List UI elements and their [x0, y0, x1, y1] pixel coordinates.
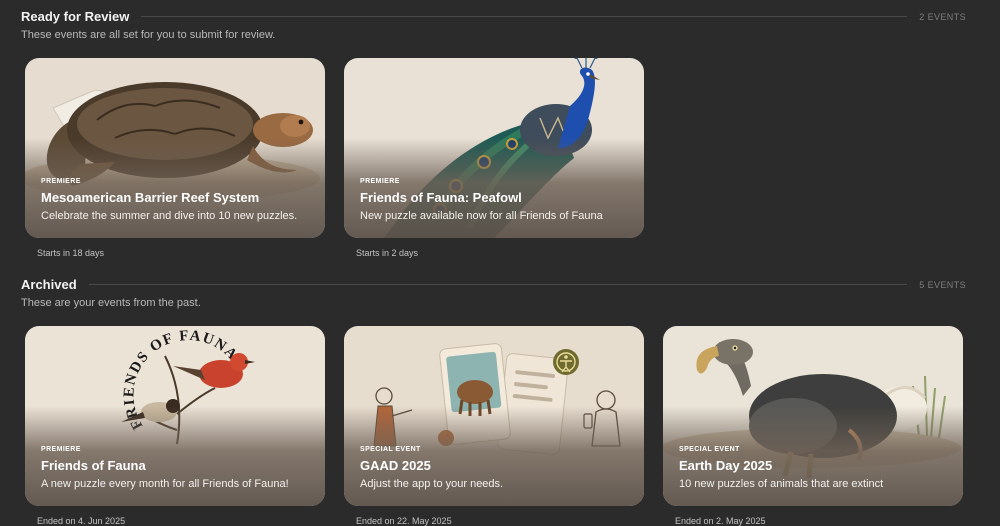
section-title: Archived [21, 277, 77, 292]
section-subtitle: These events are all set for you to subm… [21, 29, 276, 41]
event-card-friends-of-fauna-peafowl[interactable]: PREMIERE Friends of Fauna: Peafowl New p… [344, 58, 644, 238]
event-card-wrapper: FRIENDS OF FAUNA PREMIERE Friends of Fau… [25, 326, 325, 526]
card-text: SPECIAL EVENT Earth Day 2025 10 new puzz… [679, 446, 951, 490]
event-description: A new puzzle every month for all Friends… [41, 478, 289, 490]
event-card-wrapper: PREMIERE Friends of Fauna: Peafowl New p… [344, 58, 644, 258]
event-title: Mesoamerican Barrier Reef System [41, 190, 260, 205]
event-card-gaad-2025[interactable]: SPECIAL EVENT GAAD 2025 Adjust the app t… [344, 326, 644, 506]
card-text: SPECIAL EVENT GAAD 2025 Adjust the app t… [360, 446, 632, 490]
section-archived: Archived 5 EVENTS These are your events … [0, 268, 1000, 526]
event-kind-label: SPECIAL EVENT [360, 446, 421, 453]
event-description: Celebrate the summer and dive into 10 ne… [41, 210, 298, 222]
card-text: PREMIERE Mesoamerican Barrier Reef Syste… [41, 178, 313, 222]
event-card-wrapper: PREMIERE Mesoamerican Barrier Reef Syste… [25, 58, 325, 258]
event-description: Adjust the app to your needs. [360, 478, 504, 490]
event-title: Friends of Fauna [41, 458, 146, 473]
event-kind-label: PREMIERE [41, 446, 81, 453]
event-title: GAAD 2025 [360, 458, 431, 473]
event-card-earth-day-2025[interactable]: SPECIAL EVENT Earth Day 2025 10 new puzz… [663, 326, 963, 506]
event-title: Friends of Fauna: Peafowl [360, 190, 522, 205]
section-subtitle: These are your events from the past. [21, 297, 201, 309]
section-divider [141, 16, 908, 17]
event-description: 10 new puzzles of animals that are extin… [679, 478, 884, 490]
event-description: New puzzle available now for all Friends… [360, 210, 603, 222]
section-event-count: 2 EVENTS [919, 11, 966, 22]
card-text: PREMIERE Friends of Fauna: Peafowl New p… [360, 178, 632, 222]
section-header: Archived 5 EVENTS [21, 277, 966, 292]
event-status: Starts in 18 days [37, 248, 105, 258]
event-status: Ended on 22. May 2025 [356, 516, 452, 526]
event-card-wrapper: SPECIAL EVENT Earth Day 2025 10 new puzz… [663, 326, 963, 526]
section-event-count: 5 EVENTS [919, 279, 966, 290]
section-header: Ready for Review 2 EVENTS [21, 9, 966, 24]
event-kind-label: PREMIERE [41, 178, 81, 185]
event-title: Earth Day 2025 [679, 458, 773, 473]
section-ready-for-review: Ready for Review 2 EVENTS These events a… [0, 0, 1000, 262]
event-card-friends-of-fauna[interactable]: FRIENDS OF FAUNA PREMIERE Friends of Fau… [25, 326, 325, 506]
event-status: Starts in 2 days [356, 248, 419, 258]
event-card-mesoamerican-barrier-reef[interactable]: PREMIERE Mesoamerican Barrier Reef Syste… [25, 58, 325, 238]
event-status: Ended on 2. May 2025 [675, 516, 766, 526]
event-kind-label: SPECIAL EVENT [679, 446, 740, 453]
event-card-wrapper: SPECIAL EVENT GAAD 2025 Adjust the app t… [344, 326, 644, 526]
section-divider [88, 284, 908, 285]
event-status: Ended on 4. Jun 2025 [37, 516, 126, 526]
event-kind-label: PREMIERE [360, 178, 400, 185]
card-text: PREMIERE Friends of Fauna A new puzzle e… [41, 446, 313, 490]
section-title: Ready for Review [21, 9, 130, 24]
